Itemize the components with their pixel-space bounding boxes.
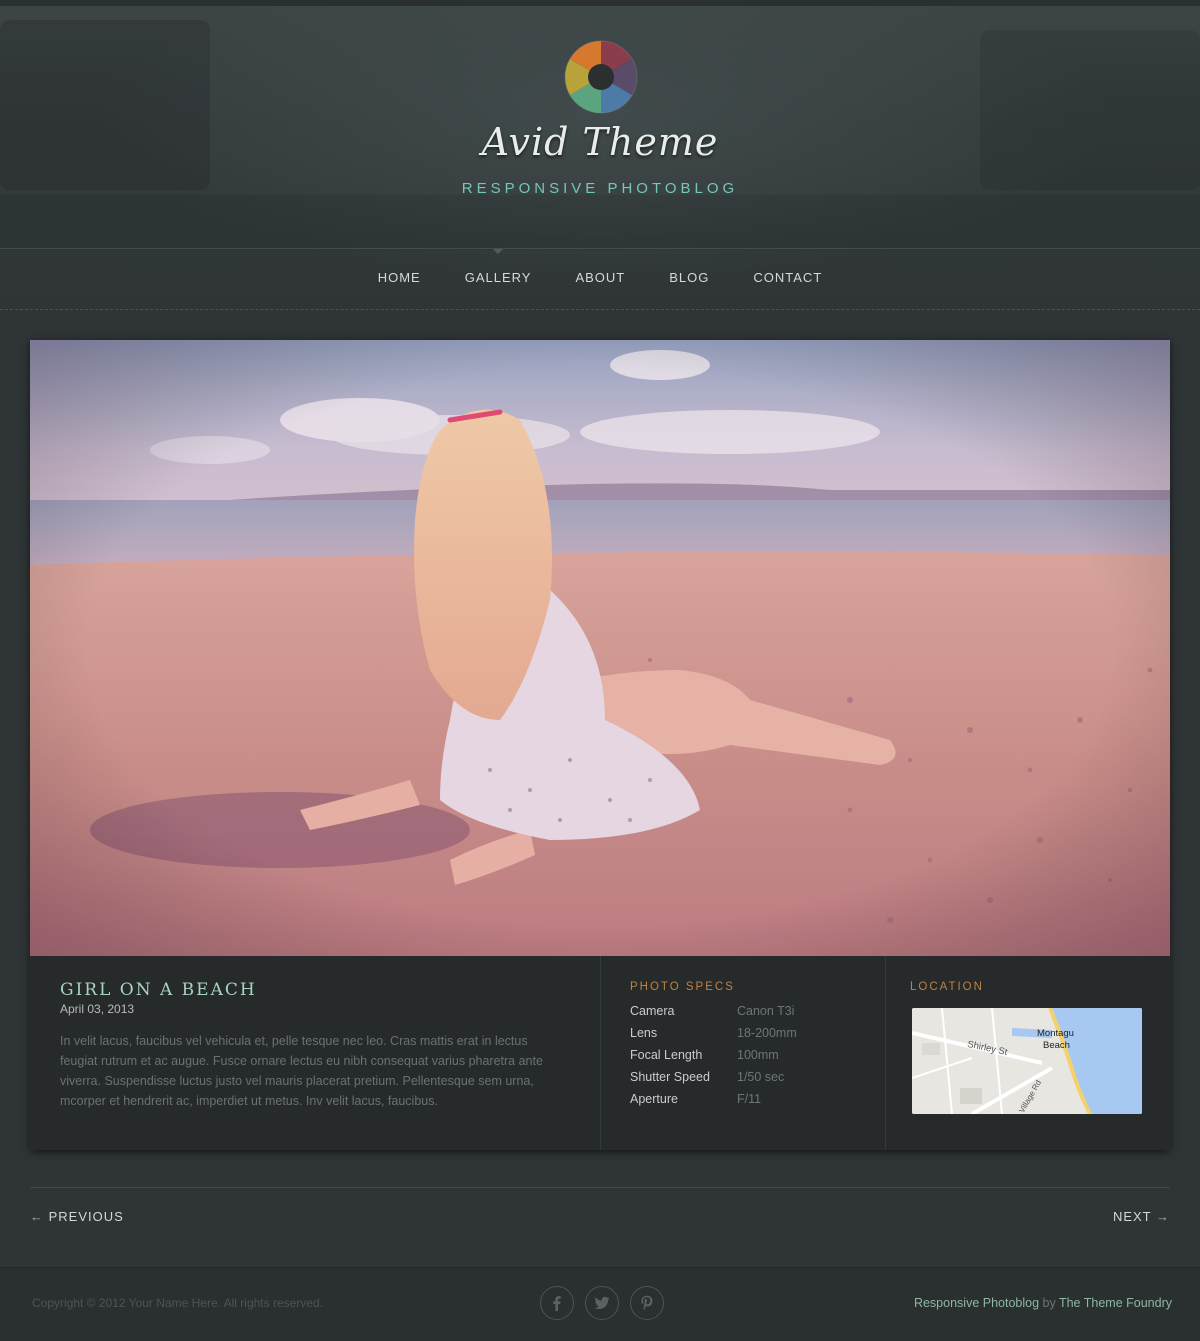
facebook-icon[interactable]: [540, 1286, 574, 1320]
spec-value: F/11: [737, 1092, 762, 1106]
spec-row-aperture: Aperture F/11: [630, 1092, 860, 1114]
main-nav: HOME GALLERY ABOUT BLOG CONTACT: [0, 248, 1200, 310]
spec-value: Canon T3i: [737, 1004, 795, 1018]
spec-row-lens: Lens 18-200mm: [630, 1026, 860, 1048]
next-label: NEXT: [1112, 1209, 1152, 1224]
previous-label: PREVIOUS: [48, 1209, 124, 1224]
spec-value: 100mm: [737, 1048, 779, 1062]
featured-photo[interactable]: [30, 340, 1170, 956]
nav-items: HOME GALLERY ABOUT BLOG CONTACT: [0, 249, 1200, 309]
photo-post-card: GIRL ON A BEACH April 03, 2013 In velit …: [30, 340, 1170, 1150]
spec-row-focal-length: Focal Length 100mm: [630, 1048, 860, 1070]
site-footer: Copyright © 2012 Your Name Here. All rig…: [0, 1267, 1200, 1341]
twitter-icon[interactable]: [585, 1286, 619, 1320]
nav-item-gallery[interactable]: GALLERY: [465, 249, 532, 307]
responsive-photoblog-link[interactable]: Responsive Photoblog: [914, 1296, 1039, 1310]
site-tagline: RESPONSIVE PHOTOBLOG: [461, 180, 739, 197]
beach-photo-image: [30, 340, 1170, 956]
location-heading: LOCATION: [910, 981, 984, 993]
column-divider: [885, 956, 886, 1150]
location-map[interactable]: Montagu Beach Shirley St Village Rd: [912, 1008, 1142, 1114]
post-info: GIRL ON A BEACH April 03, 2013 In velit …: [30, 956, 1170, 1150]
spec-label: Shutter Speed: [630, 1070, 710, 1084]
pager-divider: [30, 1187, 1170, 1188]
spec-row-camera: Camera Canon T3i: [630, 1004, 860, 1026]
post-title: GIRL ON A BEACH: [60, 980, 257, 1000]
bg-band: [0, 195, 1200, 250]
credit-by-text: by: [1039, 1296, 1059, 1310]
map-label-place2: Beach: [1043, 1040, 1070, 1051]
map-label-place: Montagu: [1037, 1028, 1074, 1039]
spec-label: Aperture: [630, 1092, 678, 1106]
facebook-glyph: [553, 1296, 561, 1311]
pinterest-glyph: [641, 1295, 653, 1311]
post-date: April 03, 2013: [60, 1002, 135, 1016]
pinterest-icon[interactable]: [630, 1286, 664, 1320]
theme-credit: Responsive Photoblog by The Theme Foundr…: [914, 1296, 1172, 1310]
previous-link[interactable]: ← PREVIOUS: [30, 1209, 124, 1224]
arrow-right-icon: →: [1156, 1209, 1170, 1224]
nav-item-home[interactable]: HOME: [378, 249, 421, 307]
top-edge: [0, 0, 1200, 6]
column-divider: [600, 956, 601, 1150]
site-title[interactable]: Avid Theme: [0, 120, 1200, 164]
copyright-text: Copyright © 2012 Your Name Here. All rig…: [32, 1296, 323, 1310]
spec-row-shutter-speed: Shutter Speed 1/50 sec: [630, 1070, 860, 1092]
nav-item-about[interactable]: ABOUT: [575, 249, 625, 307]
nav-item-contact[interactable]: CONTACT: [753, 249, 822, 307]
bg-shape: [980, 30, 1200, 190]
photo-specs-heading: PHOTO SPECS: [630, 981, 735, 993]
twitter-glyph: [594, 1296, 610, 1310]
spec-value: 1/50 sec: [737, 1070, 785, 1084]
nav-item-blog[interactable]: BLOG: [669, 249, 709, 307]
arrow-left-icon: ←: [30, 1209, 44, 1224]
spec-label: Focal Length: [630, 1048, 703, 1062]
photo-specs-list: Camera Canon T3i Lens 18-200mm Focal Len…: [630, 1004, 860, 1114]
bg-shape: [0, 20, 210, 190]
next-link[interactable]: NEXT →: [1113, 1209, 1170, 1224]
camera-aperture-icon[interactable]: [564, 40, 638, 114]
theme-foundry-link[interactable]: The Theme Foundry: [1059, 1296, 1172, 1310]
spec-label: Lens: [630, 1026, 658, 1040]
spec-value: 18-200mm: [737, 1026, 797, 1040]
post-description: In velit lacus, faucibus vel vehicula et…: [60, 1034, 543, 1108]
spec-label: Camera: [630, 1004, 675, 1018]
